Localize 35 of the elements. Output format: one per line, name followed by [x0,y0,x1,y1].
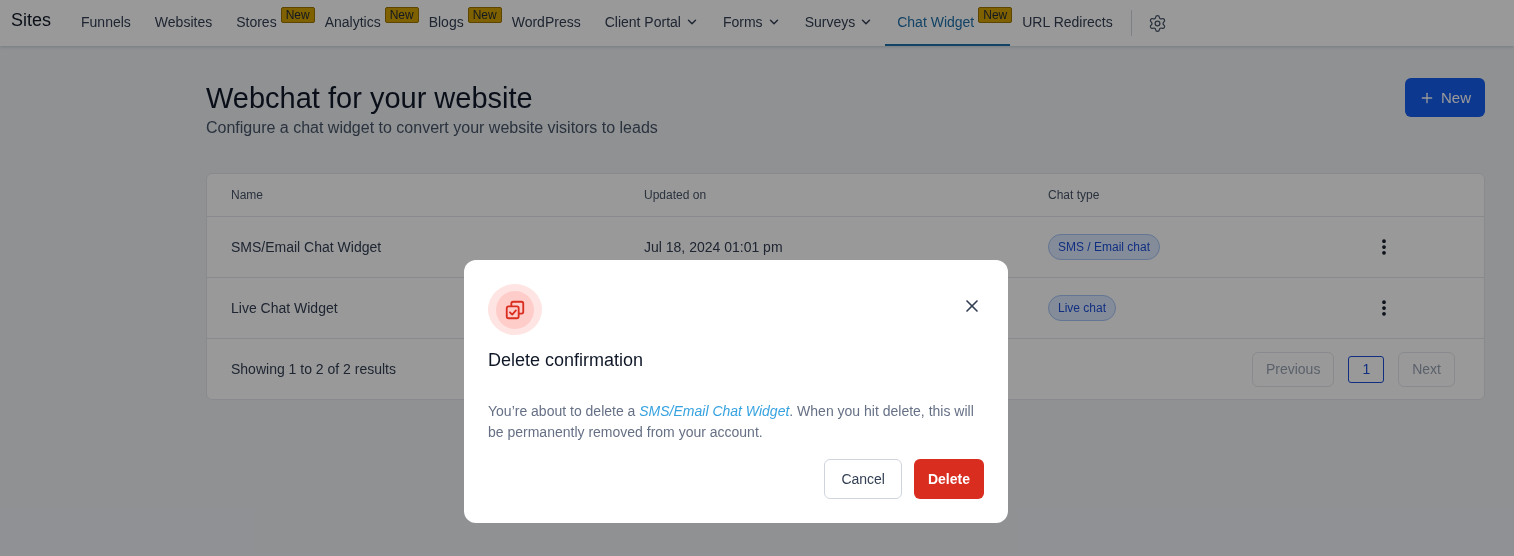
table-cell-text: Jul 18, 2024 01:01 pm [644,238,783,257]
dialog-title: Delete confirmation [488,350,645,371]
column-header: Updated on [644,187,708,204]
nav-tab[interactable]: Websites [142,0,225,46]
settings-icon[interactable] [1147,13,1167,33]
new-badge: New [384,7,419,23]
page-subtitle: Configure a chat widget to convert your website visitors to leads [206,119,658,137]
results-summary: Showing 1 to 2 of 2 results [231,361,397,377]
nav-tab[interactable]: Blogs New [416,0,500,46]
table-cell-text: SMS/Email Chat Widget [231,238,382,257]
cancel-button[interactable]: Cancel [824,459,902,499]
new-badge: New [280,7,315,23]
chat-type-tag: Live chat [1048,295,1117,321]
chat-type-tag: SMS / Email chat [1048,234,1161,260]
nav-tab[interactable]: Stores New [224,0,313,46]
delete-button[interactable]: Delete [913,459,984,499]
nav-tab[interactable]: Surveys [792,0,886,46]
column-header: Name [231,187,264,204]
nav-tab[interactable]: Client Portal [592,0,711,46]
table-cell-text: Live Chat Widget [231,299,338,318]
column-header: Chat type [1048,187,1101,204]
copy-check-icon [504,298,526,321]
page-title: Webchat for your website [206,82,534,115]
new-badge: New [978,7,1013,23]
page-button[interactable]: 1 [1348,355,1385,383]
app-title: Sites [11,9,52,31]
new-button[interactable]: New [1405,78,1485,117]
nav-tab[interactable]: URL Redirects [1010,0,1125,46]
dialog-message: You’re about to delete a SMS/Email Chat Widget. When you hit delete, this will be permanently removed from your account. [488,402,975,442]
nav-tab[interactable]: Funnels [69,0,143,46]
nav-tab[interactable]: Chat Widget New [885,0,1011,46]
new-badge: New [467,7,502,23]
nav-tab[interactable]: Forms [710,0,793,46]
nav-tab[interactable]: WordPress [499,0,593,46]
nav-tab[interactable]: Analytics New [312,0,417,46]
